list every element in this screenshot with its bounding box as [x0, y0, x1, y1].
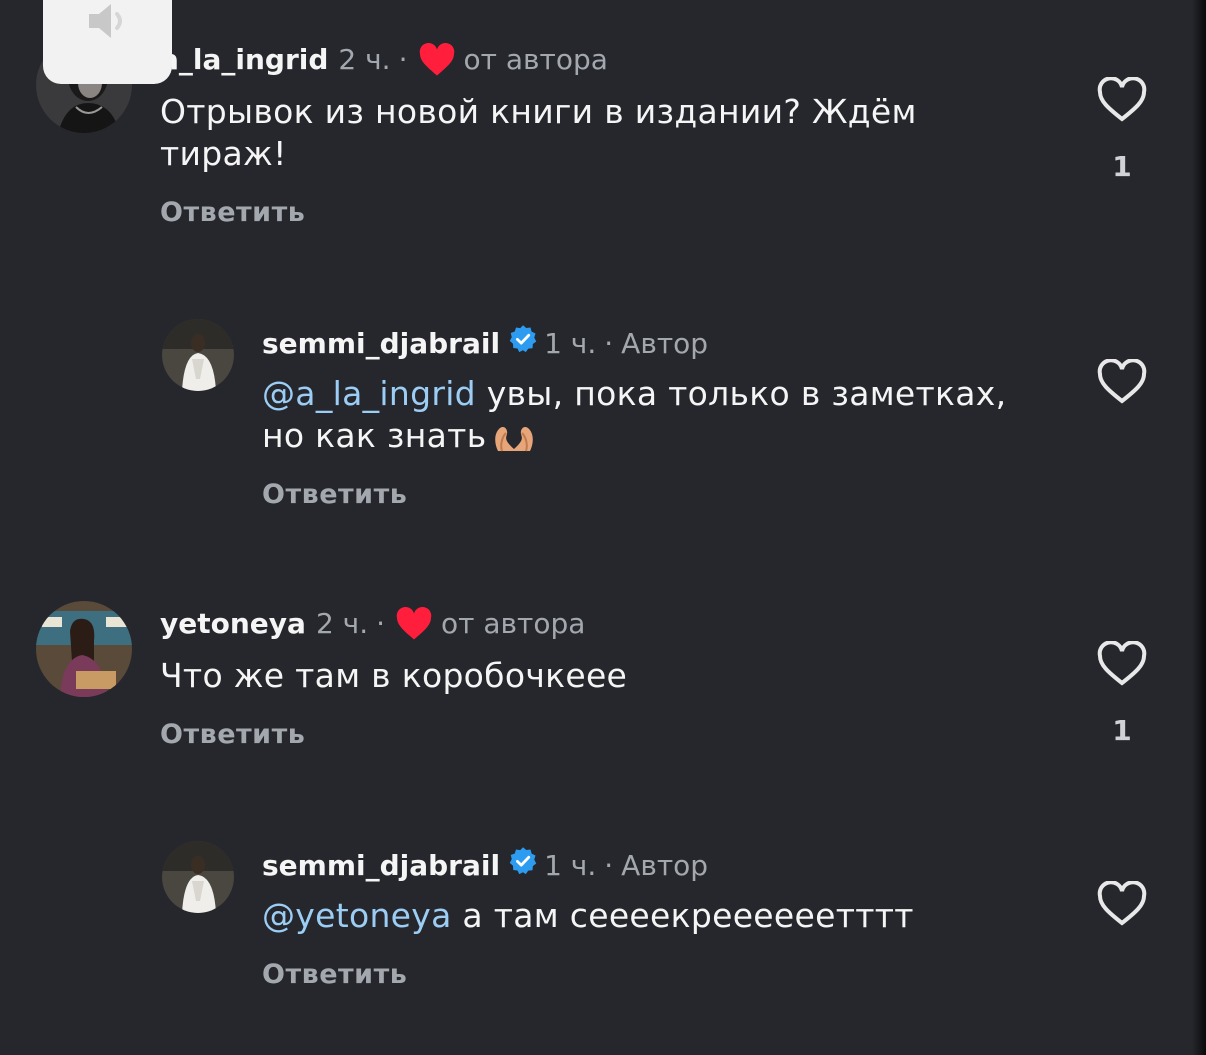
- like-count: 1: [1112, 150, 1132, 183]
- avatar[interactable]: [36, 601, 132, 697]
- reply-button[interactable]: Ответить: [262, 959, 407, 990]
- timestamp: 1 ч.: [544, 326, 597, 360]
- like-button[interactable]: [1096, 358, 1148, 405]
- reply-button[interactable]: Ответить: [262, 479, 407, 510]
- heart-hands-emoji: [492, 421, 536, 463]
- separator-dot: ·: [398, 43, 408, 76]
- reply-button[interactable]: Ответить: [160, 719, 305, 750]
- heart-outline-icon: [1097, 640, 1147, 686]
- avatar-image: [36, 601, 132, 697]
- comment-text: Отрывок из новой книги в издании? Ждём т…: [160, 92, 917, 173]
- comment-text-body: а там сеееекреееееетттт: [451, 896, 914, 935]
- verified-badge-icon: [508, 324, 538, 363]
- comment-text: Что же там в коробочкеее: [160, 656, 628, 695]
- avatar-image: [162, 841, 234, 913]
- comment-item: a_la_ingrid 2 ч. · от автора Отрывок из …: [0, 0, 1206, 240]
- comment-meta: semmi_djabrail 1 ч. · Автор: [262, 324, 708, 363]
- like-button[interactable]: [1096, 880, 1148, 927]
- comment-meta: semmi_djabrail 1 ч. · Автор: [262, 846, 708, 885]
- timestamp: 2 ч.: [338, 43, 391, 76]
- timestamp: 2 ч.: [315, 607, 369, 640]
- username[interactable]: semmi_djabrail: [262, 326, 500, 362]
- avatar[interactable]: [162, 319, 234, 391]
- reply-item: semmi_djabrail 1 ч. · Автор @a_la_ingrid…: [0, 300, 1206, 530]
- separator-dot: ·: [376, 607, 386, 640]
- comment-text: @yetoneya а там сеееекреееееетттт: [262, 895, 1042, 937]
- heart-outline-icon: [1097, 358, 1147, 404]
- mention-link[interactable]: @a_la_ingrid: [262, 374, 476, 413]
- avatar-image: [162, 319, 234, 391]
- separator-dot: ·: [604, 326, 614, 360]
- heart-outline-icon: [1097, 880, 1147, 926]
- username[interactable]: yetoneya: [160, 606, 306, 642]
- reply-button[interactable]: Ответить: [160, 197, 305, 228]
- username[interactable]: a_la_ingrid: [160, 42, 328, 78]
- author-badge: Автор: [621, 326, 709, 360]
- comment-meta: a_la_ingrid 2 ч. · от автора: [160, 42, 608, 78]
- mention-link[interactable]: @yetoneya: [262, 896, 452, 935]
- heart-outline-icon: [1097, 76, 1147, 122]
- red-heart-icon: [418, 43, 456, 77]
- comment-meta: yetoneya 2 ч. · от автора: [160, 606, 585, 642]
- red-heart-icon: [395, 607, 433, 641]
- reply-item: semmi_djabrail 1 ч. · Автор @yetoneya а …: [0, 822, 1206, 1022]
- liked-by-author-label: от автора: [441, 607, 586, 640]
- separator-dot: ·: [604, 848, 614, 882]
- comment-item: yetoneya 2 ч. · от автора Что же там в к…: [0, 580, 1206, 780]
- verified-badge-icon: [508, 846, 538, 885]
- timestamp: 1 ч.: [544, 848, 597, 882]
- avatar[interactable]: [162, 841, 234, 913]
- speaker-muted-icon: [89, 4, 122, 38]
- like-button[interactable]: [1096, 640, 1148, 687]
- like-count: 1: [1112, 714, 1132, 747]
- like-button[interactable]: [1096, 76, 1148, 123]
- mute-overlay[interactable]: [43, 0, 172, 84]
- username[interactable]: semmi_djabrail: [262, 848, 500, 884]
- comment-text: @a_la_ingrid увы, пока только в заметках…: [262, 373, 1042, 463]
- author-badge: Автор: [621, 848, 709, 882]
- liked-by-author-label: от автора: [463, 43, 608, 76]
